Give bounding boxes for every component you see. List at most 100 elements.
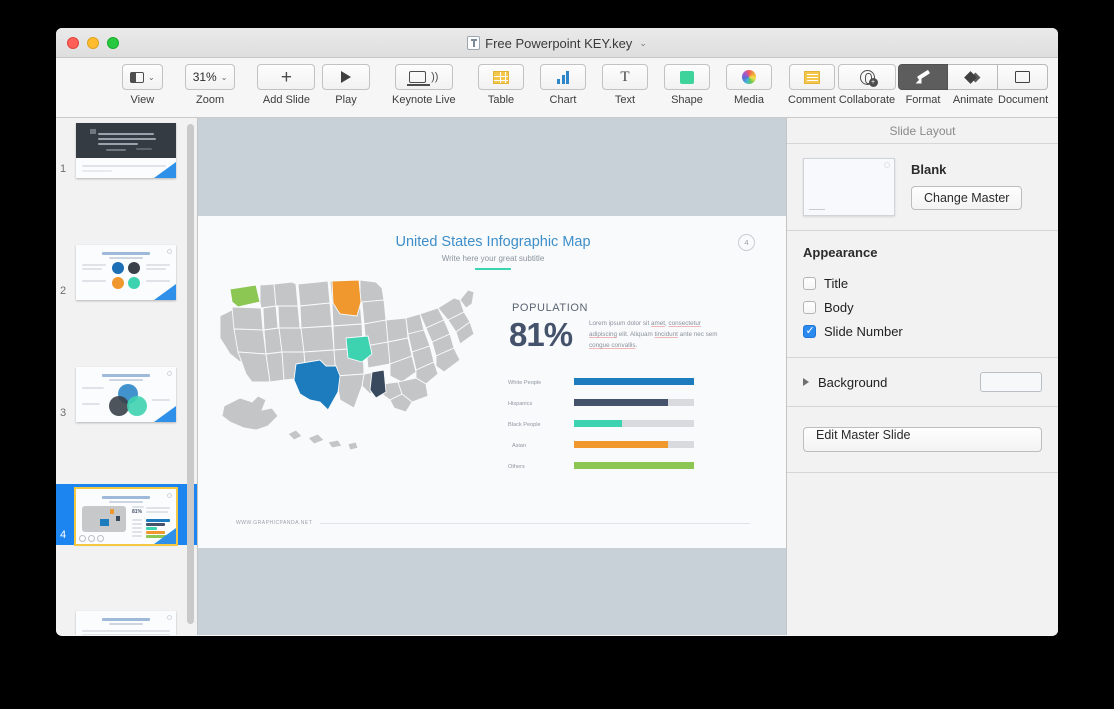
navigator-scrollbar[interactable]: [187, 124, 194, 624]
media-button[interactable]: [726, 64, 772, 90]
checkbox-row-title[interactable]: Title: [803, 271, 1042, 295]
list-item-selected[interactable]: 4 81%: [56, 484, 197, 545]
bar-label: White People: [508, 380, 541, 386]
toolbar-label-media: Media: [734, 94, 764, 106]
slide-number-label: 1: [60, 163, 66, 175]
bar-track: [574, 399, 694, 406]
inspector-segmented-control: [898, 64, 1048, 90]
bar-fill: [574, 462, 694, 469]
comment-button[interactable]: [789, 64, 835, 90]
shape-square-icon: [680, 71, 694, 84]
bar-track: [574, 441, 694, 448]
slide-subtitle[interactable]: Write here your great subtitle: [198, 254, 786, 263]
toolbar-item-view[interactable]: ⌄ View: [118, 58, 167, 106]
state-texas: [294, 360, 340, 410]
checkbox-label-title: Title: [824, 276, 848, 291]
toolbar-item-play[interactable]: Play: [318, 58, 374, 106]
toolbar-item-shape[interactable]: Shape: [660, 58, 714, 106]
shape-button[interactable]: [664, 64, 710, 90]
background-section[interactable]: Background: [787, 358, 1058, 407]
list-item[interactable]: 3: [56, 362, 197, 423]
checkbox-slide-number[interactable]: [803, 325, 816, 338]
edit-master-slide-button[interactable]: Edit Master Slide: [803, 427, 1042, 452]
list-item[interactable]: 1: [56, 118, 197, 179]
slide-thumbnail[interactable]: [76, 245, 176, 300]
state-mississippi: [370, 370, 386, 398]
text-t-icon: T: [620, 70, 629, 85]
view-button[interactable]: ⌄: [122, 64, 163, 90]
toolbar-item-text[interactable]: T Text: [598, 58, 652, 106]
population-description: Lorem ipsum dolor sit amet, consectetur …: [589, 318, 729, 351]
toolbar-item-zoom[interactable]: 31% ⌄ Zoom: [181, 58, 240, 106]
collaborate-button[interactable]: +: [838, 64, 896, 90]
chart-button[interactable]: [540, 64, 586, 90]
toolbar-item-media[interactable]: Media: [722, 58, 776, 106]
zoom-button-toolbar[interactable]: 31% ⌄: [185, 64, 236, 90]
toolbar-item-comment[interactable]: Comment: [784, 58, 840, 106]
slide-thumbnail[interactable]: [76, 611, 176, 635]
slide-navigator[interactable]: 1 2: [56, 118, 198, 635]
master-preview-thumbnail[interactable]: [803, 158, 895, 216]
slide-thumbnail[interactable]: [76, 367, 176, 422]
slide-number-label: 2: [60, 285, 66, 297]
add-slide-button[interactable]: +: [257, 64, 315, 90]
slide-navigator-list: 1 2: [56, 118, 197, 635]
format-paintbrush-icon: [915, 70, 932, 85]
toolbar-label-add-slide: Add Slide: [263, 94, 310, 106]
broadcast-waves-icon: )): [431, 71, 438, 83]
change-master-button[interactable]: Change Master: [911, 186, 1022, 210]
tab-animate[interactable]: [948, 64, 998, 90]
current-slide[interactable]: United States Infographic Map Write here…: [198, 216, 786, 548]
toolbar-group-inspector-segments: Format Animate Document: [898, 58, 1048, 106]
chevron-down-icon[interactable]: ⌄: [639, 38, 647, 49]
toolbar-item-keynote-live[interactable]: )) Keynote Live: [388, 58, 460, 106]
population-label: POPULATION: [512, 302, 588, 314]
document-title: Free Powerpoint KEY.key: [485, 36, 632, 51]
zoom-level-value: 31%: [193, 70, 217, 84]
toolbar-item-add-slide[interactable]: + Add Slide: [253, 58, 319, 106]
state-oregon: [230, 285, 260, 307]
view-panel-icon: [130, 72, 144, 83]
us-map-graphic[interactable]: [216, 276, 478, 466]
table-grid-icon: [493, 71, 509, 84]
table-button[interactable]: [478, 64, 524, 90]
media-photos-icon: [742, 70, 756, 84]
list-item[interactable]: 5: [56, 606, 197, 635]
toolbar-label-zoom: Zoom: [196, 94, 224, 106]
checkbox-label-slide-number: Slide Number: [824, 324, 903, 339]
tab-document[interactable]: [998, 64, 1048, 90]
tab-format[interactable]: [898, 64, 948, 90]
footer-divider: [320, 523, 750, 524]
footer-url-text: WWW.GRAPHICPANDA.NET: [236, 520, 312, 526]
appearance-section: Appearance Title Body Slide Number: [787, 231, 1058, 358]
slide-thumbnail-corner-marker: [154, 284, 176, 300]
slide-thumbnail[interactable]: [76, 123, 176, 178]
toolbar-label-collaborate: Collaborate: [839, 94, 895, 106]
toolbar-label-table: Table: [488, 94, 514, 106]
play-button[interactable]: [322, 64, 370, 90]
bar-track: [574, 420, 694, 427]
slide-thumbnail[interactable]: 81%: [76, 489, 176, 544]
page-title[interactable]: United States Infographic Map: [198, 234, 786, 250]
slide-canvas[interactable]: United States Infographic Map Write here…: [198, 118, 786, 635]
list-item[interactable]: 2: [56, 240, 197, 301]
toolbar-item-table[interactable]: Table: [474, 58, 528, 106]
bar-fill: [574, 441, 668, 448]
checkbox-title[interactable]: [803, 277, 816, 290]
bar-label: Asian: [512, 443, 526, 449]
toolbar-item-chart[interactable]: Chart: [536, 58, 590, 106]
map-alaska-hawaii: [222, 396, 358, 450]
slide-footer: WWW.GRAPHICPANDA.NET: [236, 520, 750, 526]
toolbar-label-keynote-live: Keynote Live: [392, 94, 456, 106]
checkbox-row-slide-number[interactable]: Slide Number: [803, 319, 1042, 343]
checkbox-label-body: Body: [824, 300, 854, 315]
chevron-right-icon[interactable]: [803, 378, 809, 386]
text-button[interactable]: T: [602, 64, 648, 90]
background-color-swatch[interactable]: [980, 372, 1042, 392]
checkbox-row-body[interactable]: Body: [803, 295, 1042, 319]
format-inspector-panel: Slide Layout Blank Change Master Appeara…: [786, 118, 1058, 635]
toolbar-item-collaborate[interactable]: + Collaborate: [834, 58, 900, 106]
checkbox-body[interactable]: [803, 301, 816, 314]
keynote-live-button[interactable]: )): [395, 64, 453, 90]
segment-labels: Format Animate Document: [898, 90, 1048, 106]
